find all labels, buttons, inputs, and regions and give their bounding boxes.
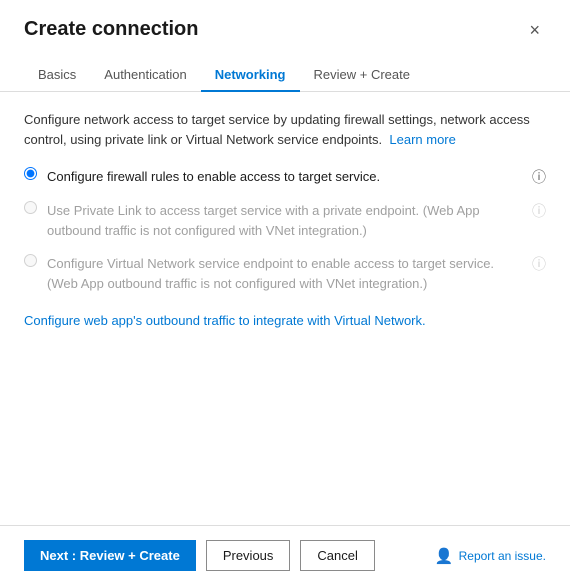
tab-bar: Basics Authentication Networking Review … (0, 49, 570, 92)
dialog-header: Create connection × (0, 0, 570, 41)
option-item-1: Configure firewall rules to enable acces… (24, 167, 546, 187)
description-text: Configure network access to target servi… (24, 110, 546, 149)
option-radio-3[interactable] (24, 254, 37, 267)
report-link[interactable]: 👤 Report an issue. (435, 547, 546, 565)
tab-authentication[interactable]: Authentication (90, 59, 200, 92)
option-radio-2[interactable] (24, 201, 37, 214)
option-label-2: Use Private Link to access target servic… (47, 201, 528, 240)
create-connection-dialog: Create connection × Basics Authenticatio… (0, 0, 570, 585)
option-label-3: Configure Virtual Network service endpoi… (47, 254, 528, 293)
info-icon-1[interactable]: ⓘ (532, 167, 546, 187)
vnet-link[interactable]: Configure web app's outbound traffic to … (24, 313, 426, 328)
option-radio-1[interactable] (24, 167, 37, 180)
report-label: Report an issue. (459, 549, 546, 563)
previous-button[interactable]: Previous (206, 540, 291, 571)
vnet-link-section: Configure web app's outbound traffic to … (24, 313, 546, 328)
info-icon-3[interactable]: ⓘ (532, 254, 546, 274)
option-label-1: Configure firewall rules to enable acces… (47, 167, 528, 187)
dialog-title: Create connection (24, 18, 198, 41)
option-item-3: Configure Virtual Network service endpoi… (24, 254, 546, 293)
report-icon: 👤 (435, 547, 454, 565)
option-item-2: Use Private Link to access target servic… (24, 201, 546, 240)
option-group: Configure firewall rules to enable acces… (24, 167, 546, 293)
next-button[interactable]: Next : Review + Create (24, 540, 196, 571)
footer: Next : Review + Create Previous Cancel 👤… (0, 525, 570, 585)
cancel-button[interactable]: Cancel (300, 540, 374, 571)
tab-basics[interactable]: Basics (24, 59, 90, 92)
info-icon-2[interactable]: ⓘ (532, 201, 546, 221)
tab-review-create[interactable]: Review + Create (300, 59, 424, 92)
tab-networking[interactable]: Networking (201, 59, 300, 92)
close-button[interactable]: × (523, 19, 546, 41)
content-area: Configure network access to target servi… (0, 92, 570, 525)
learn-more-link[interactable]: Learn more (389, 132, 455, 147)
